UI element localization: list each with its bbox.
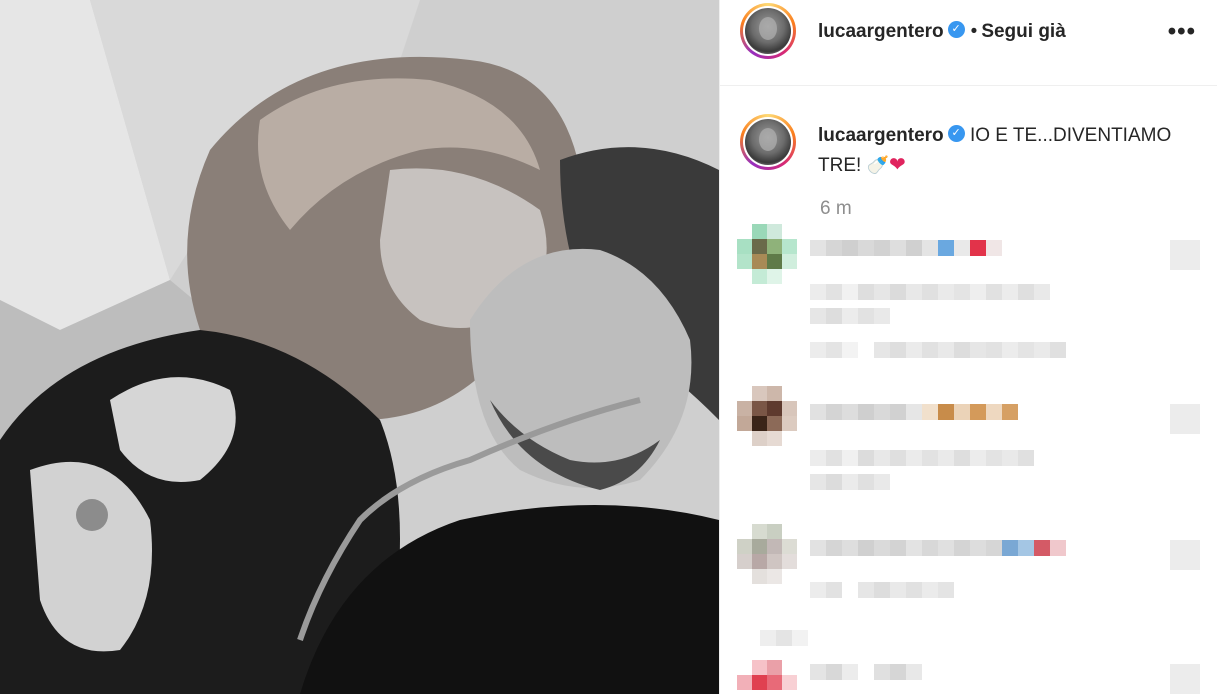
- caption-text-block: lucaargentero ✓ IO E TE...DIVENTIAMO TRE!…: [818, 122, 1178, 180]
- caption-author-avatar[interactable]: [740, 114, 796, 170]
- comment-like-icon[interactable]: [1170, 664, 1200, 694]
- verified-badge-icon: ✓: [947, 21, 965, 39]
- author-line: lucaargentero ✓ • Segui già: [818, 21, 1066, 43]
- censored-comment-text: [810, 474, 890, 490]
- verified-badge-icon: ✓: [947, 125, 965, 143]
- caption-username-link[interactable]: lucaargentero: [818, 125, 944, 146]
- commenter-avatar[interactable]: [737, 524, 797, 584]
- censored-comment-text: [810, 450, 1034, 466]
- censored-comment-text: [810, 582, 954, 598]
- post-side-panel: lucaargentero ✓ • Segui già ••• lucaargente…: [719, 0, 1217, 694]
- comment-like-icon[interactable]: [1170, 404, 1200, 434]
- censored-comment-meta: [810, 342, 1066, 358]
- commenter-avatar[interactable]: [737, 224, 797, 284]
- author-avatar[interactable]: [740, 3, 796, 59]
- censored-username: [810, 664, 922, 680]
- separator-dot: •: [970, 21, 978, 42]
- censored-comment-text: [810, 284, 1050, 300]
- censored-username: [810, 404, 1018, 420]
- author-username-link[interactable]: lucaargentero: [818, 21, 944, 42]
- baby-bottle-emoji: 🍼: [866, 155, 889, 176]
- more-options-icon[interactable]: •••: [1168, 18, 1196, 46]
- post-header: lucaargentero ✓ • Segui già •••: [720, 0, 1217, 86]
- commenter-avatar[interactable]: [737, 660, 797, 694]
- post-photo-illustration: [0, 0, 719, 694]
- red-heart-emoji: ❤: [888, 152, 906, 176]
- censored-comment-text: [810, 308, 890, 324]
- censored-username: [810, 240, 1002, 256]
- comment-like-icon[interactable]: [1170, 240, 1200, 270]
- following-button[interactable]: Segui già: [981, 21, 1065, 42]
- censored-username: [810, 540, 1066, 556]
- censored-comment-meta: [760, 630, 808, 646]
- post-photo: [0, 0, 719, 694]
- commenter-avatar[interactable]: [737, 386, 797, 446]
- post-timestamp[interactable]: 6 m: [820, 198, 852, 220]
- comments-list: [720, 222, 1217, 694]
- comment-like-icon[interactable]: [1170, 540, 1200, 570]
